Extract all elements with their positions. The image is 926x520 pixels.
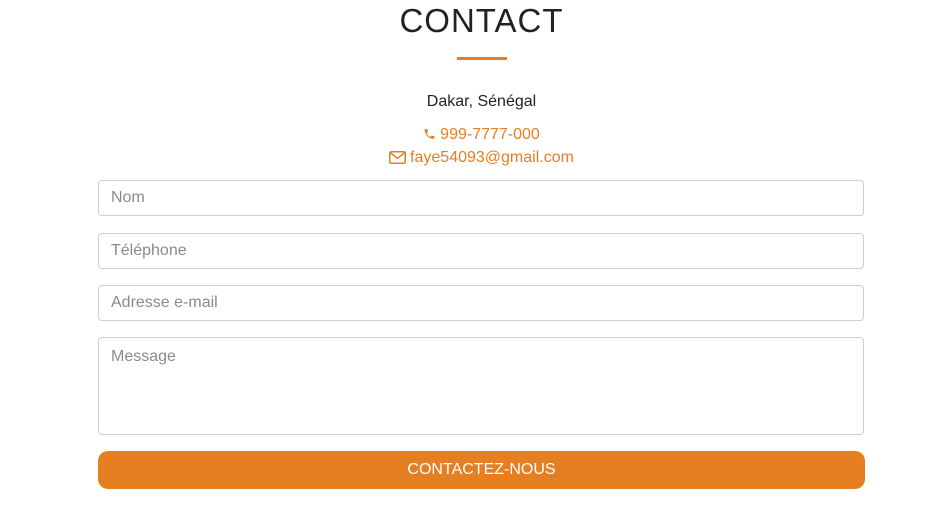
- phone-text[interactable]: 999-7777-000: [440, 126, 540, 143]
- phone-icon: [424, 129, 435, 139]
- contact-submit-button[interactable]: CONTACTEZ-NOUS: [98, 451, 865, 489]
- email-contact[interactable]: faye54093@gmail.com: [0, 148, 926, 168]
- email-input[interactable]: [98, 285, 864, 321]
- envelope-icon: [389, 151, 407, 164]
- phone-input[interactable]: [98, 233, 864, 269]
- message-textarea[interactable]: [98, 337, 864, 435]
- section-title: CONTACT: [399, 2, 564, 39]
- email-text[interactable]: faye54093@gmail.com: [410, 149, 574, 166]
- title-divider: [457, 57, 507, 60]
- address-text: Dakar, Sénégal: [426, 93, 537, 110]
- phone-contact[interactable]: 999-7777-000: [0, 125, 926, 145]
- name-input[interactable]: [98, 180, 864, 216]
